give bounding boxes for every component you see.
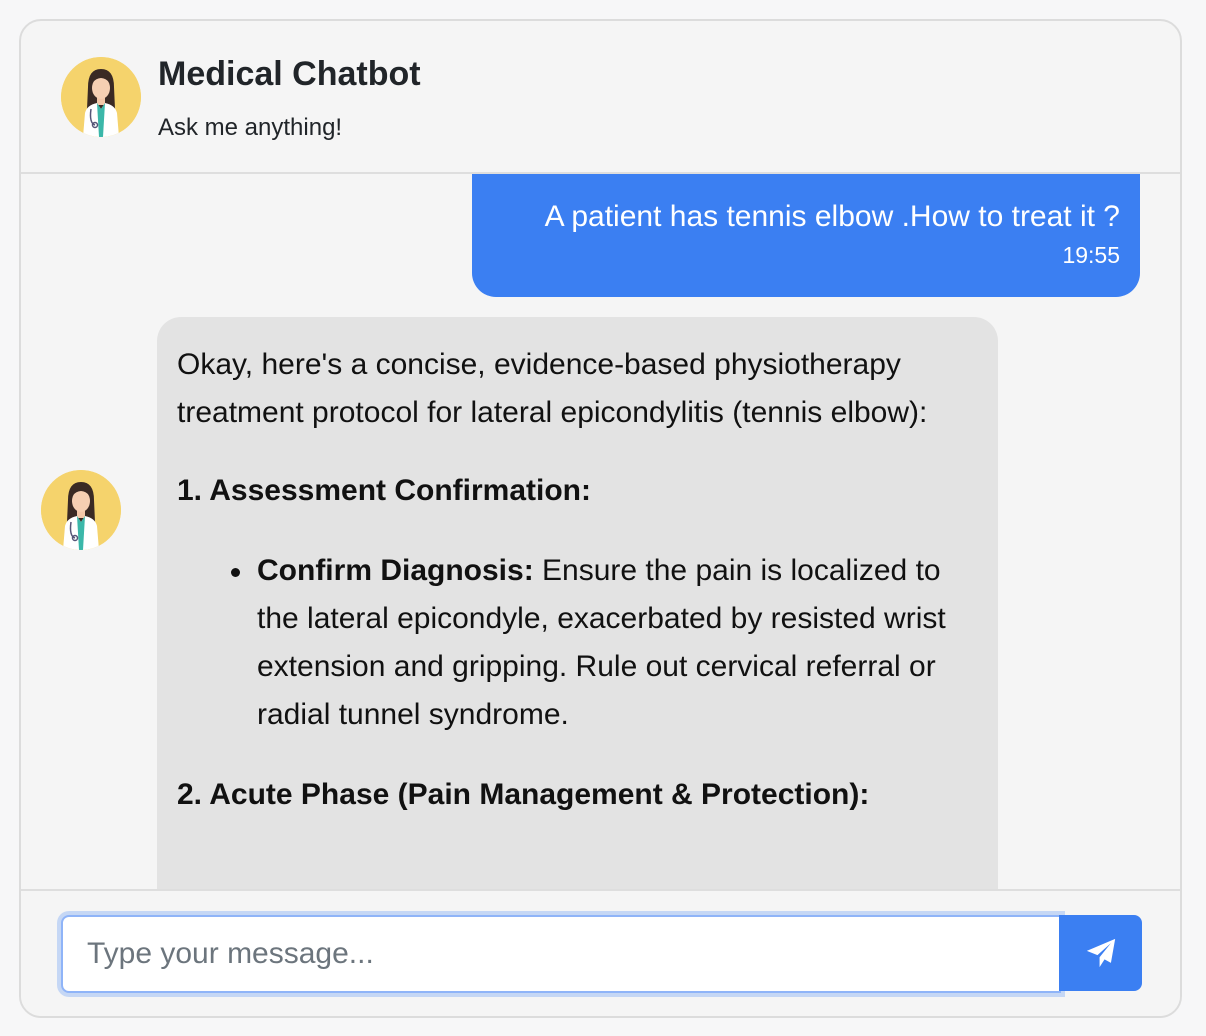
bullet-label: Confirm Diagnosis: [257, 554, 534, 587]
bullet-list: Confirm Diagnosis: Ensure the pain is lo… [231, 547, 976, 739]
section-heading: 1. Assessment Confirmation: [177, 474, 591, 507]
user-message-text: A patient has tennis elbow .How to treat… [544, 200, 1120, 233]
bot-message-intro: Okay, here's a concise, evidence-based p… [177, 348, 928, 429]
message-input-bar [21, 889, 1180, 1016]
chat-header: Medical Chatbot Ask me anything! [21, 21, 1180, 174]
section-heading: 2. Acute Phase (Pain Management & Protec… [177, 778, 870, 811]
bot-avatar-icon [41, 470, 121, 550]
chat-title: Medical Chatbot [158, 55, 421, 93]
chat-subtitle: Ask me anything! [158, 114, 343, 141]
user-message: A patient has tennis elbow .How to treat… [472, 174, 1140, 297]
message-timestamp: 19:55 [1062, 242, 1120, 268]
list-item: Confirm Diagnosis: Ensure the pain is lo… [231, 547, 976, 739]
message-input[interactable] [61, 915, 1061, 993]
doctor-avatar-icon [61, 57, 141, 137]
send-icon [1086, 938, 1115, 968]
chat-window: Medical Chatbot Ask me anything! A patie… [19, 19, 1182, 1018]
message-list: A patient has tennis elbow .How to treat… [21, 174, 1180, 892]
bot-message: Okay, here's a concise, evidence-based p… [157, 317, 998, 892]
send-button[interactable] [1059, 915, 1142, 991]
